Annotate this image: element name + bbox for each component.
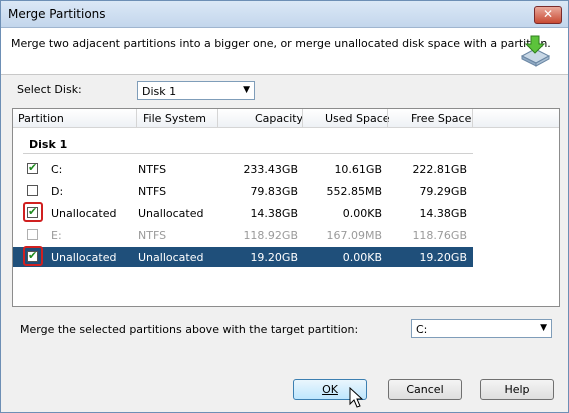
close-button[interactable]: ✕ [534,6,562,24]
capacity: 19.20GB [250,251,298,264]
capacity: 14.38GB [250,207,298,220]
checkbox[interactable] [27,185,38,196]
target-partition-value: C: [416,323,428,336]
description-panel: Merge two adjacent partitions into a big… [1,28,568,75]
column-header: Partition File System Capacity Used Spac… [13,109,559,128]
cancel-button-label: Cancel [406,383,444,396]
table-row[interactable]: D: NTFS 79.83GB 552.85MB 79.29GB [13,181,473,201]
used-space: 552.85MB [326,185,382,198]
free-space: 118.76GB [412,229,467,242]
merge-partitions-dialog: Merge Partitions ✕ Merge two adjacent pa… [0,0,569,413]
capacity: 118.92GB [243,229,298,242]
column-capacity[interactable]: Capacity [255,112,303,125]
help-button-label: Help [504,383,530,396]
checkbox[interactable]: ✔ [27,161,38,174]
partition-list: Partition File System Capacity Used Spac… [12,108,560,307]
table-row-selected[interactable]: ✔ Unallocated Unallocated 19.20GB 0.00KB… [13,246,473,267]
cancel-button[interactable]: Cancel [388,379,462,400]
target-partition-label: Merge the selected partitions above with… [20,323,359,336]
highlight-marker [23,202,43,222]
file-system: NTFS [138,185,167,198]
column-free-space[interactable]: Free Space [411,112,471,125]
table-row[interactable]: ✔ C: NTFS 233.43GB 10.61GB 222.81GB [13,159,473,179]
merge-disk-icon [520,35,551,67]
disk-select[interactable]: Disk 1 ▼ [137,81,255,100]
check-icon: ✔ [28,161,38,174]
file-system: NTFS [138,229,167,242]
target-partition-select[interactable]: C: ▼ [411,319,552,338]
free-space: 79.29GB [419,185,467,198]
checkbox [27,229,38,240]
free-space: 222.81GB [412,163,467,176]
partition-name: D: [51,185,64,198]
free-space: 14.38GB [419,207,467,220]
disk-select-value: Disk 1 [142,85,177,98]
ok-button-label: OK [322,383,338,396]
partition-name: Unallocated [51,251,117,264]
column-used-space[interactable]: Used Space [325,112,390,125]
window-title: Merge Partitions [8,7,106,21]
used-space: 0.00KB [342,251,382,264]
table-row[interactable]: ✔ Unallocated Unallocated 14.38GB 0.00KB… [13,202,473,223]
group-divider [23,153,473,154]
capacity: 233.43GB [243,163,298,176]
select-disk-label: Select Disk: [17,83,82,96]
help-button[interactable]: Help [480,379,554,400]
partition-name: Unallocated [51,207,117,220]
column-file-system[interactable]: File System [143,112,206,125]
file-system: Unallocated [138,207,204,220]
description-text: Merge two adjacent partitions into a big… [11,37,551,50]
group-disk-label: Disk 1 [29,138,68,151]
free-space: 19.20GB [419,251,467,264]
highlight-marker [23,246,43,266]
partition-name: E: [51,229,62,242]
partition-name: C: [51,163,63,176]
used-space: 0.00KB [342,207,382,220]
column-partition[interactable]: Partition [18,112,64,125]
file-system: NTFS [138,163,167,176]
file-system: Unallocated [138,251,204,264]
capacity: 79.83GB [250,185,298,198]
chevron-down-icon: ▼ [540,323,547,333]
chevron-down-icon: ▼ [243,85,250,95]
table-row: E: NTFS 118.92GB 167.09MB 118.76GB [13,225,473,245]
mouse-cursor-icon [349,387,363,408]
used-space: 10.61GB [334,163,382,176]
used-space: 167.09MB [326,229,382,242]
title-bar: Merge Partitions ✕ [1,1,568,28]
